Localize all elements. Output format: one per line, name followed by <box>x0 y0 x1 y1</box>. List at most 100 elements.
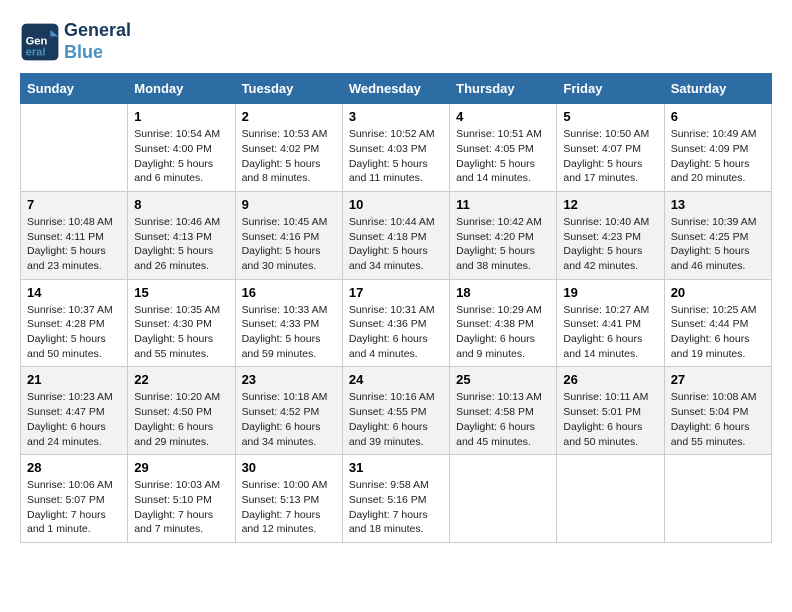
day-number: 14 <box>27 285 121 300</box>
calendar-table: SundayMondayTuesdayWednesdayThursdayFrid… <box>20 73 772 543</box>
day-detail: Sunrise: 10:31 AM Sunset: 4:36 PM Daylig… <box>349 303 443 362</box>
week-row-4: 21 Sunrise: 10:23 AM Sunset: 4:47 PM Dayl… <box>21 367 772 455</box>
calendar-cell: 25 Sunrise: 10:13 AM Sunset: 4:58 PM Dayl… <box>450 367 557 455</box>
calendar-cell: 17 Sunrise: 10:31 AM Sunset: 4:36 PM Dayl… <box>342 279 449 367</box>
calendar-cell: 22 Sunrise: 10:20 AM Sunset: 4:50 PM Dayl… <box>128 367 235 455</box>
day-detail: Sunrise: 10:37 AM Sunset: 4:28 PM Daylig… <box>27 303 121 362</box>
logo: Gen eral General Blue <box>20 20 131 63</box>
day-number: 1 <box>134 109 228 124</box>
col-header-sunday: Sunday <box>21 74 128 104</box>
day-detail: Sunrise: 10:50 AM Sunset: 4:07 PM Daylig… <box>563 127 657 186</box>
day-detail: Sunrise: 10:46 AM Sunset: 4:13 PM Daylig… <box>134 215 228 274</box>
calendar-cell: 28 Sunrise: 10:06 AM Sunset: 5:07 PM Dayl… <box>21 455 128 543</box>
calendar-cell: 30Sunrise: 10:00 AM Sunset: 5:13 PM Dayl… <box>235 455 342 543</box>
day-number: 21 <box>27 372 121 387</box>
calendar-header: SundayMondayTuesdayWednesdayThursdayFrid… <box>21 74 772 104</box>
week-row-2: 7 Sunrise: 10:48 AM Sunset: 4:11 PM Dayli… <box>21 191 772 279</box>
day-detail: Sunrise: 10:53 AM Sunset: 4:02 PM Daylig… <box>242 127 336 186</box>
calendar-cell <box>21 104 128 192</box>
day-detail: Sunrise: 10:48 AM Sunset: 4:11 PM Daylig… <box>27 215 121 274</box>
day-number: 24 <box>349 372 443 387</box>
calendar-cell: 1Sunrise: 10:54 AM Sunset: 4:00 PM Dayli… <box>128 104 235 192</box>
calendar-cell: 23 Sunrise: 10:18 AM Sunset: 4:52 PM Dayl… <box>235 367 342 455</box>
day-number: 9 <box>242 197 336 212</box>
day-number: 18 <box>456 285 550 300</box>
col-header-tuesday: Tuesday <box>235 74 342 104</box>
day-detail: Sunrise: 10:08 AM Sunset: 5:04 PM Daylig… <box>671 390 765 449</box>
calendar-cell: 10Sunrise: 10:44 AM Sunset: 4:18 PM Dayl… <box>342 191 449 279</box>
day-detail: Sunrise: 10:16 AM Sunset: 4:55 PM Daylig… <box>349 390 443 449</box>
col-header-friday: Friday <box>557 74 664 104</box>
calendar-cell: 29 Sunrise: 10:03 AM Sunset: 5:10 PM Dayl… <box>128 455 235 543</box>
calendar-cell: 6 Sunrise: 10:49 AM Sunset: 4:09 PM Dayli… <box>664 104 771 192</box>
calendar-cell: 4 Sunrise: 10:51 AM Sunset: 4:05 PM Dayli… <box>450 104 557 192</box>
day-detail: Sunrise: 10:44 AM Sunset: 4:18 PM Daylig… <box>349 215 443 274</box>
page-header: Gen eral General Blue <box>20 20 772 63</box>
col-header-monday: Monday <box>128 74 235 104</box>
calendar-cell: 24 Sunrise: 10:16 AM Sunset: 4:55 PM Dayl… <box>342 367 449 455</box>
calendar-cell: 27 Sunrise: 10:08 AM Sunset: 5:04 PM Dayl… <box>664 367 771 455</box>
svg-text:eral: eral <box>26 46 46 58</box>
day-number: 23 <box>242 372 336 387</box>
calendar-cell: 11Sunrise: 10:42 AM Sunset: 4:20 PM Dayl… <box>450 191 557 279</box>
day-number: 25 <box>456 372 550 387</box>
logo-line2: Blue <box>64 42 131 64</box>
day-detail: Sunrise: 10:18 AM Sunset: 4:52 PM Daylig… <box>242 390 336 449</box>
day-detail: Sunrise: 10:20 AM Sunset: 4:50 PM Daylig… <box>134 390 228 449</box>
day-number: 26 <box>563 372 657 387</box>
day-number: 7 <box>27 197 121 212</box>
calendar-cell: 31 Sunrise: 9:58 AM Sunset: 5:16 PM Dayli… <box>342 455 449 543</box>
day-detail: Sunrise: 9:58 AM Sunset: 5:16 PM Dayligh… <box>349 478 443 537</box>
day-number: 4 <box>456 109 550 124</box>
day-number: 30 <box>242 460 336 475</box>
calendar-cell: 7 Sunrise: 10:48 AM Sunset: 4:11 PM Dayli… <box>21 191 128 279</box>
day-detail: Sunrise: 10:42 AM Sunset: 4:20 PM Daylig… <box>456 215 550 274</box>
day-detail: Sunrise: 10:49 AM Sunset: 4:09 PM Daylig… <box>671 127 765 186</box>
calendar-cell: 5 Sunrise: 10:50 AM Sunset: 4:07 PM Dayli… <box>557 104 664 192</box>
calendar-cell: 26 Sunrise: 10:11 AM Sunset: 5:01 PM Dayl… <box>557 367 664 455</box>
week-row-3: 14 Sunrise: 10:37 AM Sunset: 4:28 PM Dayl… <box>21 279 772 367</box>
day-number: 6 <box>671 109 765 124</box>
calendar-cell: 15 Sunrise: 10:35 AM Sunset: 4:30 PM Dayl… <box>128 279 235 367</box>
calendar-cell: 19Sunrise: 10:27 AM Sunset: 4:41 PM Dayl… <box>557 279 664 367</box>
day-number: 15 <box>134 285 228 300</box>
calendar-cell: 18 Sunrise: 10:29 AM Sunset: 4:38 PM Dayl… <box>450 279 557 367</box>
calendar-cell: 3Sunrise: 10:52 AM Sunset: 4:03 PM Dayli… <box>342 104 449 192</box>
calendar-cell: 14 Sunrise: 10:37 AM Sunset: 4:28 PM Dayl… <box>21 279 128 367</box>
day-number: 5 <box>563 109 657 124</box>
calendar-cell: 13 Sunrise: 10:39 AM Sunset: 4:25 PM Dayl… <box>664 191 771 279</box>
day-number: 17 <box>349 285 443 300</box>
day-number: 27 <box>671 372 765 387</box>
day-detail: Sunrise: 10:33 AM Sunset: 4:33 PM Daylig… <box>242 303 336 362</box>
day-number: 19 <box>563 285 657 300</box>
logo-icon: Gen eral <box>20 22 60 62</box>
day-number: 29 <box>134 460 228 475</box>
col-header-thursday: Thursday <box>450 74 557 104</box>
day-number: 2 <box>242 109 336 124</box>
day-number: 22 <box>134 372 228 387</box>
calendar-cell <box>557 455 664 543</box>
day-detail: Sunrise: 10:35 AM Sunset: 4:30 PM Daylig… <box>134 303 228 362</box>
day-detail: Sunrise: 10:51 AM Sunset: 4:05 PM Daylig… <box>456 127 550 186</box>
day-number: 31 <box>349 460 443 475</box>
logo-line1: General <box>64 20 131 42</box>
day-number: 20 <box>671 285 765 300</box>
calendar-cell: 16Sunrise: 10:33 AM Sunset: 4:33 PM Dayl… <box>235 279 342 367</box>
day-number: 8 <box>134 197 228 212</box>
day-detail: Sunrise: 10:23 AM Sunset: 4:47 PM Daylig… <box>27 390 121 449</box>
day-detail: Sunrise: 10:29 AM Sunset: 4:38 PM Daylig… <box>456 303 550 362</box>
calendar-cell <box>450 455 557 543</box>
day-number: 12 <box>563 197 657 212</box>
day-number: 28 <box>27 460 121 475</box>
day-detail: Sunrise: 10:11 AM Sunset: 5:01 PM Daylig… <box>563 390 657 449</box>
day-detail: Sunrise: 10:25 AM Sunset: 4:44 PM Daylig… <box>671 303 765 362</box>
calendar-cell: 12Sunrise: 10:40 AM Sunset: 4:23 PM Dayl… <box>557 191 664 279</box>
calendar-cell: 9Sunrise: 10:45 AM Sunset: 4:16 PM Dayli… <box>235 191 342 279</box>
day-detail: Sunrise: 10:13 AM Sunset: 4:58 PM Daylig… <box>456 390 550 449</box>
svg-text:Gen: Gen <box>26 35 48 47</box>
day-detail: Sunrise: 10:06 AM Sunset: 5:07 PM Daylig… <box>27 478 121 537</box>
day-number: 13 <box>671 197 765 212</box>
day-detail: Sunrise: 10:03 AM Sunset: 5:10 PM Daylig… <box>134 478 228 537</box>
col-header-wednesday: Wednesday <box>342 74 449 104</box>
day-detail: Sunrise: 10:39 AM Sunset: 4:25 PM Daylig… <box>671 215 765 274</box>
